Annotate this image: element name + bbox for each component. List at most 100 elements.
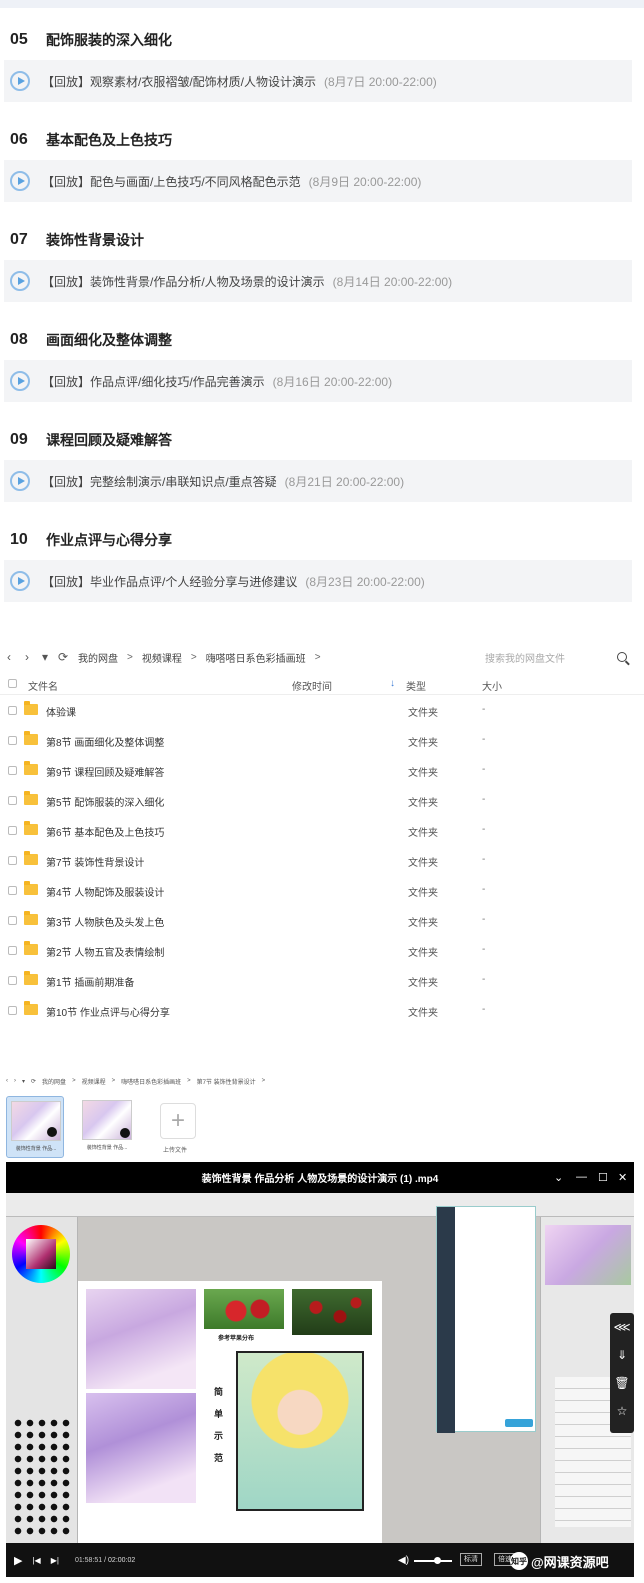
- history-dropdown-icon[interactable]: ▾: [22, 1078, 25, 1085]
- replay-item[interactable]: 【回放】装饰性背景/作品分析/人物及场景的设计演示 (8月14日 20:00-22…: [4, 260, 632, 302]
- mini-crumb-0[interactable]: 我的网盘: [42, 1077, 66, 1086]
- maximize-icon[interactable]: ☐: [598, 1171, 608, 1184]
- apple-reference-photo: [204, 1289, 284, 1329]
- replay-item[interactable]: 【回放】作品点评/细化技巧/作品完善演示 (8月16日 20:00-22:00): [4, 360, 632, 402]
- mini-crumb-2[interactable]: 嗨嗒嗒日系色彩插画班: [121, 1077, 181, 1086]
- folder-name[interactable]: 第6节 基本配色及上色技巧: [46, 824, 164, 839]
- folder-icon: [24, 911, 38, 925]
- table-row[interactable]: 第5节 配饰服装的深入细化 文件夹 -: [0, 786, 644, 816]
- column-size[interactable]: 大小: [482, 678, 502, 693]
- video-player[interactable]: 装饰性背景 作品分析 人物及场景的设计演示 (1) .mp4 ⌄ — ☐ ✕ 参…: [6, 1162, 634, 1577]
- table-row[interactable]: 第4节 人物配饰及服装设计 文件夹 -: [0, 876, 644, 906]
- back-icon[interactable]: ‹: [0, 650, 18, 664]
- replay-item[interactable]: 【回放】毕业作品点评/个人经验分享与进修建议 (8月23日 20:00-22:00…: [4, 560, 632, 602]
- folder-name[interactable]: 第5节 配饰服装的深入细化: [46, 794, 164, 809]
- table-row[interactable]: 第3节 人物肤色及头发上色 文件夹 -: [0, 906, 644, 936]
- play-circle-icon[interactable]: [10, 71, 30, 91]
- folder-name[interactable]: 第1节 插画前期准备: [46, 974, 134, 989]
- table-row[interactable]: 第8节 画面细化及整体调整 文件夹 -: [0, 726, 644, 756]
- row-checkbox[interactable]: [8, 946, 17, 955]
- volume-icon[interactable]: ◀): [398, 1555, 409, 1566]
- play-circle-icon[interactable]: [10, 471, 30, 491]
- play-circle-icon[interactable]: [10, 571, 30, 591]
- forward-icon[interactable]: ›: [18, 650, 36, 664]
- row-checkbox[interactable]: [8, 796, 17, 805]
- course-section-header: 09 课程回顾及疑难解答: [0, 420, 644, 460]
- video-frame[interactable]: 参考苹果分布 简 单 示 范 ⋘ ⇓ 🗑 ☆: [6, 1193, 634, 1543]
- next-icon[interactable]: ▶|: [51, 1556, 59, 1565]
- row-checkbox[interactable]: [8, 706, 17, 715]
- replay-item[interactable]: 【回放】观察素材/衣服褶皱/配饰材质/人物设计演示 (8月7日 20:00-22:…: [4, 60, 632, 102]
- breadcrumb-my-netdisk[interactable]: 我的网盘: [78, 650, 118, 665]
- table-row[interactable]: 第1节 插画前期准备 文件夹 -: [0, 966, 644, 996]
- folder-name[interactable]: 第9节 课程回顾及疑难解答: [46, 764, 164, 779]
- sort-arrow-icon[interactable]: ↓: [390, 678, 395, 689]
- breadcrumb-video-courses[interactable]: 视频课程: [142, 650, 182, 665]
- refresh-icon[interactable]: ⟳: [54, 650, 72, 664]
- row-checkbox[interactable]: [8, 856, 17, 865]
- play-circle-icon[interactable]: [10, 271, 30, 291]
- replay-date: (8月9日 20:00-22:00): [308, 174, 422, 189]
- download-icon[interactable]: ⇓: [610, 1341, 634, 1369]
- table-row[interactable]: 第10节 作业点评与心得分享 文件夹 -: [0, 996, 644, 1026]
- column-modified[interactable]: 修改时间: [292, 678, 332, 693]
- quality-button[interactable]: 标清: [460, 1553, 482, 1566]
- table-row[interactable]: 第2节 人物五官及表情绘制 文件夹 -: [0, 936, 644, 966]
- apple-reference-photo: [292, 1289, 372, 1335]
- row-checkbox[interactable]: [8, 766, 17, 775]
- table-row[interactable]: 体验课 文件夹 -: [0, 696, 644, 726]
- course-title: 配饰服装的深入细化: [46, 32, 172, 48]
- folder-name[interactable]: 第3节 人物肤色及头发上色: [46, 914, 164, 929]
- refresh-icon[interactable]: ⟳: [31, 1078, 36, 1085]
- table-row[interactable]: 第6节 基本配色及上色技巧 文件夹 -: [0, 816, 644, 846]
- play-circle-icon[interactable]: [10, 171, 30, 191]
- file-type: 文件夹: [408, 798, 438, 809]
- row-checkbox[interactable]: [8, 886, 17, 895]
- folder-name[interactable]: 体验课: [46, 704, 76, 719]
- mini-crumb-3[interactable]: 第7节 装饰性背景设计: [197, 1077, 256, 1086]
- replay-item[interactable]: 【回放】完整绘制演示/串联知识点/重点答疑 (8月21日 20:00-22:00): [4, 460, 632, 502]
- mini-crumb-1[interactable]: 视频课程: [82, 1077, 106, 1086]
- forward-icon[interactable]: ›: [14, 1078, 16, 1084]
- previous-icon[interactable]: |◀: [32, 1556, 40, 1565]
- volume-slider[interactable]: [414, 1557, 452, 1564]
- row-checkbox[interactable]: [8, 916, 17, 925]
- share-icon[interactable]: ⋘: [610, 1313, 634, 1341]
- table-row[interactable]: 第9节 课程回顾及疑难解答 文件夹 -: [0, 756, 644, 786]
- video-file-thumbnail[interactable]: 装饰性背景 作品...: [78, 1096, 136, 1158]
- row-checkbox[interactable]: [8, 976, 17, 985]
- folder-name[interactable]: 第4节 人物配饰及服装设计: [46, 884, 164, 899]
- folder-name[interactable]: 第2节 人物五官及表情绘制: [46, 944, 164, 959]
- folder-name[interactable]: 第10节 作业点评与心得分享: [46, 1004, 170, 1019]
- row-checkbox[interactable]: [8, 1006, 17, 1015]
- video-file-thumbnail[interactable]: 装饰性背景 作品...: [6, 1096, 64, 1158]
- breadcrumb-separator: >: [127, 651, 133, 663]
- row-checkbox[interactable]: [8, 736, 17, 745]
- table-row[interactable]: 第7节 装饰性背景设计 文件夹 -: [0, 846, 644, 876]
- replay-item[interactable]: 【回放】配色与画面/上色技巧/不同风格配色示范 (8月9日 20:00-22:00…: [4, 160, 632, 202]
- column-name[interactable]: 文件名: [28, 678, 58, 693]
- play-icon[interactable]: ▶: [14, 1554, 22, 1567]
- mini-breadcrumb: ‹ › ▾ ⟳ 我的网盘 > 视频课程 > 嗨嗒嗒日系色彩插画班 > 第7节 装饰性背…: [0, 1074, 644, 1088]
- history-dropdown-icon[interactable]: ▾: [36, 650, 54, 664]
- search-input[interactable]: 搜索我的网盘文件: [485, 648, 635, 666]
- file-type: 文件夹: [408, 948, 438, 959]
- play-circle-icon[interactable]: [10, 371, 30, 391]
- column-type[interactable]: 类型: [406, 678, 426, 693]
- file-size: -: [482, 854, 486, 865]
- delete-icon[interactable]: 🗑: [610, 1369, 634, 1397]
- upload-button[interactable]: +: [160, 1103, 196, 1139]
- watermark-text: @网课资源吧: [531, 1554, 609, 1570]
- select-all-checkbox[interactable]: [8, 679, 17, 688]
- pin-icon[interactable]: ☆: [610, 1397, 634, 1425]
- breadcrumb-course-folder[interactable]: 嗨嗒嗒日系色彩插画班: [206, 650, 306, 665]
- folder-name[interactable]: 第7节 装饰性背景设计: [46, 854, 144, 869]
- minimize-icon[interactable]: —: [576, 1171, 587, 1183]
- back-icon[interactable]: ‹: [6, 1078, 8, 1084]
- folder-icon: [24, 821, 38, 835]
- folder-name[interactable]: 第8节 画面细化及整体调整: [46, 734, 164, 749]
- row-checkbox[interactable]: [8, 826, 17, 835]
- close-icon[interactable]: ✕: [618, 1171, 627, 1184]
- minimize-to-tray-icon[interactable]: ⌄: [554, 1171, 563, 1184]
- search-icon[interactable]: [617, 652, 627, 662]
